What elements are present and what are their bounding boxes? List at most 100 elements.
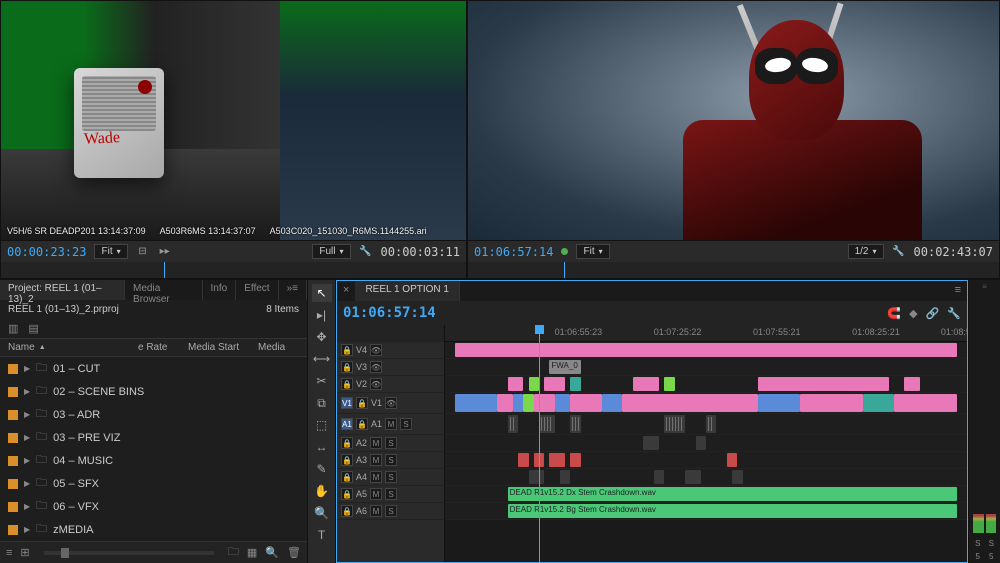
track-select-tool[interactable]: ▸| — [312, 306, 332, 324]
track-header-a2[interactable]: 🔒A2MS — [337, 435, 444, 452]
wrench-icon[interactable]: 🔧 — [359, 245, 373, 259]
thumbnail-size-slider[interactable] — [44, 551, 214, 555]
slip-tool[interactable]: ⧉ — [312, 394, 332, 412]
label-color-icon — [8, 479, 18, 489]
bin-name: 03 – ADR — [53, 409, 100, 421]
rate-stretch-tool[interactable]: ↔ — [312, 438, 332, 456]
track-header-v1[interactable]: V1🔒V1👁 — [337, 393, 444, 414]
column-rate[interactable]: e Rate — [138, 342, 188, 353]
program-viewer[interactable] — [468, 1, 999, 240]
program-in-timecode[interactable]: 01:06:57:14 — [474, 245, 553, 259]
track-header-v2[interactable]: 🔒V2👁 — [337, 376, 444, 393]
solo-right[interactable]: S — [989, 539, 994, 548]
snap-icon[interactable]: 🧲 — [887, 307, 901, 320]
list-view-icon[interactable]: ≡ — [6, 547, 12, 559]
ripple-edit-tool[interactable]: ✥ — [312, 328, 332, 346]
label-color-icon — [8, 410, 18, 420]
bin-row[interactable]: ▶🗀zMEDIA — [0, 518, 307, 541]
disclosure-icon[interactable]: ▶ — [24, 456, 30, 465]
track-header-a4[interactable]: 🔒A4MS — [337, 469, 444, 486]
playhead[interactable] — [539, 325, 540, 562]
source-zoom-dropdown[interactable]: Fit — [94, 244, 127, 259]
icon-view-icon[interactable]: ⊞ — [20, 546, 29, 559]
folder-icon: 🗀 — [36, 405, 47, 424]
filter-bin-icon[interactable]: ▥ — [8, 322, 18, 335]
zoom-tool[interactable]: 🔍 — [312, 504, 332, 522]
label-color-icon — [8, 387, 18, 397]
bin-row[interactable]: ▶🗀05 – SFX — [0, 472, 307, 495]
program-scrubber[interactable] — [468, 262, 999, 278]
new-item-icon[interactable]: ▦ — [247, 546, 257, 559]
wrench-icon[interactable]: 🔧 — [892, 245, 906, 259]
bin-row[interactable]: ▶ 🗀 03 – ADR — [0, 403, 307, 426]
search-icon[interactable]: 🔍 — [265, 546, 279, 559]
sequence-tab[interactable]: REEL 1 OPTION 1 — [355, 281, 460, 301]
panel-menu-icon[interactable]: »≡ — [279, 280, 307, 300]
source-in-timecode[interactable]: 00:00:23:23 — [7, 245, 86, 259]
new-bin-icon[interactable]: 🗀 — [228, 543, 239, 562]
timeline-track-area[interactable]: 01:06:55:23 01:07:25:22 01:07:55:21 01:0… — [445, 325, 967, 562]
track-a4 — [445, 469, 967, 486]
source-out-timecode[interactable]: 00:00:03:11 — [381, 245, 460, 259]
tab-effects[interactable]: Effect — [236, 280, 278, 300]
program-zoom-dropdown[interactable]: Fit — [576, 244, 609, 259]
program-res-dropdown[interactable]: 1/2 — [848, 244, 884, 259]
track-header-v4[interactable]: 🔒V4👁 — [337, 342, 444, 359]
disclosure-icon[interactable]: ▶ — [24, 479, 30, 488]
disclosure-icon[interactable]: ▶ — [24, 364, 30, 373]
rolling-edit-tool[interactable]: ⟷ — [312, 350, 332, 368]
disclosure-icon[interactable]: ▶ — [24, 410, 30, 419]
step-icon[interactable]: ▸▸ — [158, 245, 172, 259]
hand-tool[interactable]: ✋ — [312, 482, 332, 500]
source-viewer[interactable]: Wade V5H/6 SR DEADP201 13:14:37:09 A503R… — [1, 1, 466, 240]
razor-tool[interactable]: ✂ — [312, 372, 332, 390]
source-scrubber[interactable] — [1, 262, 466, 278]
disclosure-icon[interactable]: ▶ — [24, 502, 30, 511]
link-icon[interactable]: 🔗 — [926, 307, 940, 320]
selection-tool[interactable]: ↖ — [312, 284, 332, 302]
disclosure-icon[interactable]: ▶ — [24, 387, 30, 396]
settings-icon[interactable]: ⊟ — [136, 245, 150, 259]
bin-row[interactable]: ▶🗀06 – VFX — [0, 495, 307, 518]
disclosure-icon[interactable]: ▶ — [24, 525, 30, 534]
folder-icon: 🗀 — [36, 428, 47, 447]
timeline-timecode[interactable]: 01:06:57:14 — [343, 305, 436, 321]
type-tool[interactable]: T — [312, 526, 332, 544]
track-a2 — [445, 435, 967, 452]
filter-clip-icon[interactable]: ▤ — [28, 322, 38, 335]
label-color-icon — [8, 502, 18, 512]
tab-media-browser[interactable]: Media Browser — [125, 280, 202, 300]
program-out-timecode[interactable]: 00:02:43:07 — [914, 245, 993, 259]
burnin-overlay: V5H/6 SR DEADP201 13:14:37:09 A503R6MS 1… — [7, 226, 460, 236]
pen-tool[interactable]: ✎ — [312, 460, 332, 478]
close-sequence-icon[interactable]: × — [337, 281, 355, 301]
bin-row[interactable]: ▶🗀02 – SCENE BINS — [0, 380, 307, 403]
source-res-dropdown[interactable]: Full — [312, 244, 350, 259]
folder-icon: 🗀 — [36, 474, 47, 493]
tab-project[interactable]: Project: REEL 1 (01–13)_2 — [0, 280, 125, 300]
trash-icon[interactable]: 🗑 — [287, 546, 301, 559]
bin-row[interactable]: ▶🗀04 – MUSIC — [0, 449, 307, 472]
disclosure-icon[interactable]: ▶ — [24, 433, 30, 442]
tab-info[interactable]: Info — [203, 280, 237, 300]
track-header-a6[interactable]: 🔒A6MS — [337, 503, 444, 520]
prop-label: Wade — [83, 129, 120, 149]
column-media-start[interactable]: Media Start — [188, 342, 258, 353]
column-media[interactable]: Media — [258, 342, 285, 353]
track-v1 — [445, 393, 967, 414]
bin-row[interactable]: ▶🗀01 – CUT — [0, 357, 307, 380]
track-header-a1[interactable]: A1🔒A1MS — [337, 414, 444, 435]
track-header-a3[interactable]: 🔒A3MS — [337, 452, 444, 469]
column-name[interactable]: Name▲ — [8, 342, 138, 353]
marker-icon[interactable]: ◆ — [909, 307, 917, 320]
panel-menu-icon[interactable]: ≡ — [949, 281, 967, 301]
track-header-a5[interactable]: 🔒A5MS — [337, 486, 444, 503]
timeline-ruler[interactable]: 01:06:55:23 01:07:25:22 01:07:55:21 01:0… — [445, 325, 967, 342]
slide-tool[interactable]: ⬚ — [312, 416, 332, 434]
bin-list: ▶🗀01 – CUT▶🗀02 – SCENE BINS▶🗀03 – ADR▶🗀0… — [0, 357, 307, 541]
solo-left[interactable]: S — [975, 539, 980, 548]
settings-icon[interactable]: 🔧 — [947, 307, 961, 320]
track-header-v3[interactable]: 🔒V3👁 — [337, 359, 444, 376]
bin-name: 02 – SCENE BINS — [53, 386, 144, 398]
bin-row[interactable]: ▶🗀03 – PRE VIZ — [0, 426, 307, 449]
